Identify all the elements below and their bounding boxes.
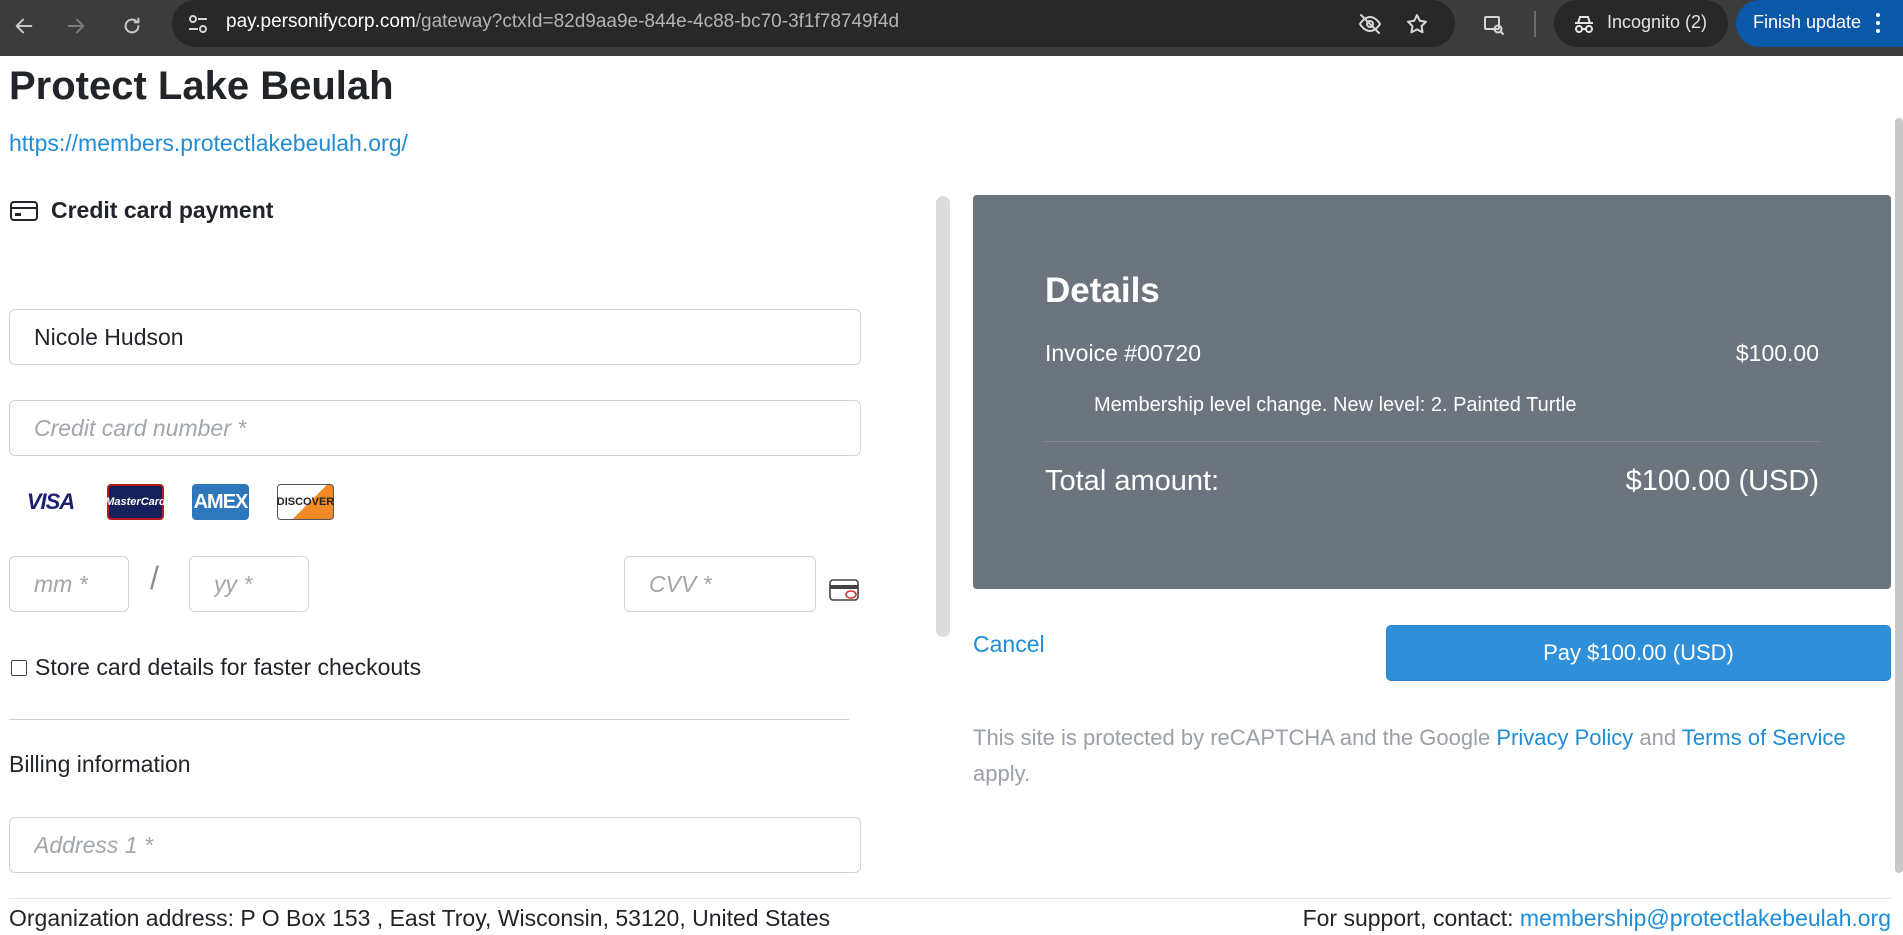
address-bar[interactable]: pay.personifycorp.com/gateway?ctxId=82d9… <box>172 0 1455 47</box>
invoice-amount: $100.00 <box>1735 340 1819 366</box>
invoice-label: Invoice #00720 <box>1045 340 1202 366</box>
cancel-link[interactable]: Cancel <box>973 631 1045 658</box>
total-label: Total amount: <box>1045 465 1220 497</box>
privacy-policy-link[interactable]: Privacy Policy <box>1496 725 1633 750</box>
url-host: pay.personifycorp.com <box>226 11 416 32</box>
details-title: Details <box>1045 271 1160 310</box>
reload-icon <box>124 17 140 34</box>
toolbar-separator <box>1534 11 1536 37</box>
recaptcha-middle: and <box>1633 725 1682 750</box>
payment-section-header: Credit card payment <box>9 197 273 224</box>
back-button[interactable] <box>6 8 42 44</box>
lens-icon[interactable] <box>1479 10 1509 40</box>
cvv-help-icon[interactable] <box>829 578 861 602</box>
back-icon <box>15 18 33 34</box>
invoice-description: Membership level change. New level: 2. P… <box>1094 394 1577 416</box>
page-scrollbar[interactable] <box>1895 118 1903 873</box>
browser-toolbar: pay.personifycorp.com/gateway?ctxId=82d9… <box>0 0 1903 56</box>
incognito-indicator[interactable]: Incognito (2) <box>1554 0 1728 47</box>
discover-logo: DISCOVER <box>277 484 334 520</box>
incognito-label: Incognito (2) <box>1607 12 1708 32</box>
date-separator: / <box>150 560 159 596</box>
forward-icon <box>67 18 85 34</box>
reload-button[interactable] <box>114 8 150 44</box>
url-path: /gateway?ctxId=82d9aa9e-844e-4c88-bc70-3… <box>415 11 900 32</box>
mastercard-logo: MasterCard <box>105 484 166 520</box>
site-info-icon[interactable] <box>186 12 210 36</box>
total-amount: $100.00 (USD) <box>1625 465 1819 497</box>
recaptcha-suffix: apply. <box>973 761 1031 786</box>
finish-update-button[interactable]: Finish update <box>1736 0 1903 47</box>
recaptcha-prefix: This site is protected by reCAPTCHA and … <box>973 725 1497 750</box>
eye-off-icon[interactable] <box>1356 10 1384 38</box>
store-card-checkbox[interactable] <box>11 659 27 676</box>
star-icon[interactable] <box>1403 10 1431 38</box>
store-card-option[interactable]: Store card details for faster checkouts <box>11 654 421 681</box>
support-contact: For support, contact: membership@protect… <box>1303 905 1891 932</box>
credit-card-icon <box>10 200 38 221</box>
forward-button[interactable] <box>58 8 94 44</box>
cvv-input[interactable] <box>624 556 816 612</box>
support-email-link[interactable]: membership@protectlakebeulah.org <box>1520 905 1891 931</box>
cardholder-name-input[interactable] <box>9 309 861 365</box>
details-divider <box>1045 441 1819 442</box>
form-scrollbar[interactable] <box>936 196 950 637</box>
address1-input[interactable] <box>9 817 861 873</box>
finish-update-label: Finish update <box>1753 12 1862 32</box>
pay-button[interactable]: Pay $100.00 (USD) <box>1386 625 1891 681</box>
order-details-panel: Details Invoice #00720 $100.00 Membershi… <box>973 195 1891 589</box>
footer-divider <box>9 898 1891 899</box>
support-prefix: For support, contact: <box>1302 905 1520 931</box>
payment-section-title: Credit card payment <box>51 197 274 223</box>
card-number-input[interactable] <box>9 400 861 456</box>
more-icon[interactable] <box>1874 11 1882 35</box>
card-brand-logos: VISA MasterCard AMEX DISCOVER <box>22 484 334 520</box>
organization-address: Organization address: P O Box 153 , East… <box>9 905 831 931</box>
terms-of-service-link[interactable]: Terms of Service <box>1682 725 1846 750</box>
expiry-month-input[interactable] <box>9 556 129 612</box>
org-title: Protect Lake Beulah <box>9 64 394 108</box>
expiry-year-input[interactable] <box>189 556 309 612</box>
visa-logo: VISA <box>22 484 79 520</box>
billing-section-title: Billing information <box>9 751 191 777</box>
form-divider <box>9 719 849 720</box>
amex-logo: AMEX <box>192 484 249 520</box>
org-website-link[interactable]: https://members.protectlakebeulah.org/ <box>9 130 408 157</box>
store-card-label: Store card details for faster checkouts <box>35 654 422 680</box>
recaptcha-notice: This site is protected by reCAPTCHA and … <box>973 720 1873 792</box>
incognito-icon <box>1575 16 1593 33</box>
url-text[interactable]: pay.personifycorp.com/gateway?ctxId=82d9… <box>226 11 899 33</box>
